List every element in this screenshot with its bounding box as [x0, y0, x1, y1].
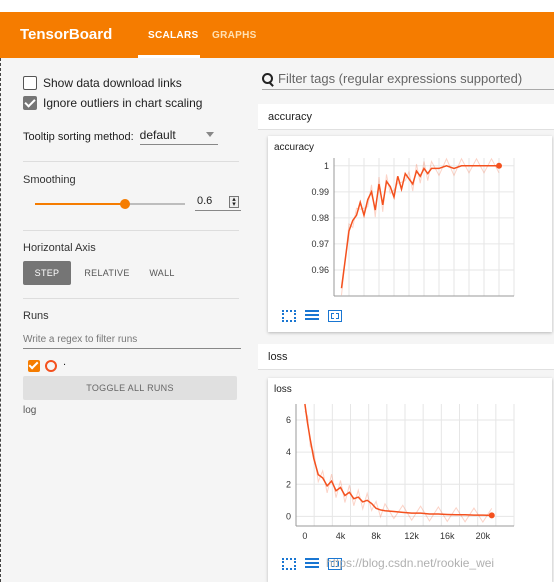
tooltip-sorting-select[interactable]: default [139, 128, 218, 145]
run-label: . [63, 356, 67, 368]
y-tick-label: 0.97 [311, 239, 329, 249]
runs-filter-input[interactable]: Write a regex to filter runs [23, 334, 241, 349]
horizontal-axis-title: Horizontal Axis [23, 242, 96, 254]
tooltip-sorting-value: default [139, 128, 176, 142]
ignore-outliers-option[interactable]: Ignore outliers in chart scaling [23, 96, 202, 110]
toggle-log-scale-icon[interactable] [305, 310, 319, 322]
show-download-label: Show data download links [43, 76, 182, 90]
y-tick-label: 0.99 [311, 187, 329, 197]
raw-series-line [341, 157, 500, 296]
run-color-swatch[interactable] [45, 360, 57, 372]
top-toolbar: TensorBoard SCALARS GRAPHS [0, 12, 554, 58]
main-panel: Filter tags (regular expressions support… [258, 58, 554, 582]
axis-relative-button[interactable]: RELATIVE [79, 261, 135, 285]
group-header-loss[interactable]: loss [258, 344, 554, 370]
smoothing-input[interactable]: 0.6 ▴ ▾ [195, 195, 241, 211]
y-tick-label: 2 [286, 479, 291, 489]
show-download-checkbox[interactable] [23, 76, 37, 90]
loss-chart[interactable]: 6 4 2 0 0 4k 8k 12k 16k 20k [268, 378, 552, 582]
expand-icon[interactable] [282, 558, 296, 570]
group-header-accuracy[interactable]: accuracy [258, 104, 554, 130]
smoothing-slider[interactable] [35, 199, 185, 209]
raw-series-line [304, 410, 493, 524]
tab-graphs[interactable]: GRAPHS [212, 30, 257, 41]
smoothing-slider-fill [35, 203, 125, 205]
app-brand: TensorBoard [20, 26, 113, 43]
toggle-log-scale-icon[interactable] [305, 558, 319, 570]
axis-wall-button[interactable]: WALL [141, 261, 183, 285]
group-name: loss [268, 351, 288, 363]
accuracy-chart[interactable]: 1 0.99 0.98 0.97 0.96 [268, 136, 552, 332]
tooltip-sorting-label: Tooltip sorting method: [23, 130, 134, 143]
run-checkbox[interactable] [28, 360, 40, 372]
fit-domain-icon[interactable] [328, 310, 342, 322]
x-tick-label: 0 [302, 531, 307, 541]
divider [23, 161, 239, 162]
divider [23, 298, 239, 299]
last-point-marker [496, 162, 502, 169]
sidebar: Show data download links Ignore outliers… [0, 58, 258, 582]
tooltip-sorting-row: Tooltip sorting method: default [23, 128, 218, 145]
y-tick-label: 4 [286, 447, 291, 457]
run-name: log [23, 405, 37, 416]
last-point-marker [488, 512, 495, 519]
toggle-all-runs-button[interactable]: TOGGLE ALL RUNS [23, 376, 237, 400]
y-tick-label: 0.98 [311, 213, 329, 223]
group-name: accuracy [268, 111, 313, 123]
axis-step-button[interactable]: STEP [23, 261, 71, 285]
x-tick-label: 20k [476, 531, 491, 541]
tag-filter-placeholder: Filter tags (regular expressions support… [278, 71, 523, 86]
x-tick-label: 4k [336, 531, 346, 541]
x-tick-label: 16k [440, 531, 455, 541]
smoothing-slider-handle[interactable] [120, 199, 130, 209]
smoothing-title: Smoothing [23, 174, 76, 186]
runs-title: Runs [23, 310, 49, 322]
y-tick-label: 1 [324, 161, 329, 171]
y-tick-label: 6 [286, 415, 291, 425]
show-download-links-option[interactable]: Show data download links [23, 76, 182, 90]
smoothed-series-line [304, 403, 492, 517]
tab-scalars[interactable]: SCALARS [148, 30, 198, 41]
ignore-outliers-label: Ignore outliers in chart scaling [43, 96, 203, 110]
chart-card-loss: loss 6 4 2 0 0 4k 8k 12k 16k 20k [268, 378, 552, 582]
chart-actions [282, 310, 342, 322]
window-top-strip [0, 0, 554, 12]
x-tick-label: 12k [404, 531, 419, 541]
expand-icon[interactable] [282, 310, 296, 322]
y-tick-label: 0.96 [311, 265, 329, 275]
chevron-down-icon [205, 132, 214, 137]
watermark: https://blog.csdn.net/rookie_wei [326, 556, 495, 570]
search-icon [262, 72, 274, 86]
y-tick-label: 0 [286, 511, 291, 521]
chart-card-accuracy: accuracy 1 0.99 0.98 0.97 0.96 [268, 136, 552, 332]
x-tick-label: 8k [371, 531, 381, 541]
divider [23, 230, 239, 231]
tag-filter-input[interactable]: Filter tags (regular expressions support… [262, 71, 554, 90]
smoothing-value: 0.6 [197, 195, 213, 207]
spinner-arrows-icon[interactable]: ▴ ▾ [229, 196, 239, 208]
ignore-outliers-checkbox[interactable] [23, 96, 37, 110]
